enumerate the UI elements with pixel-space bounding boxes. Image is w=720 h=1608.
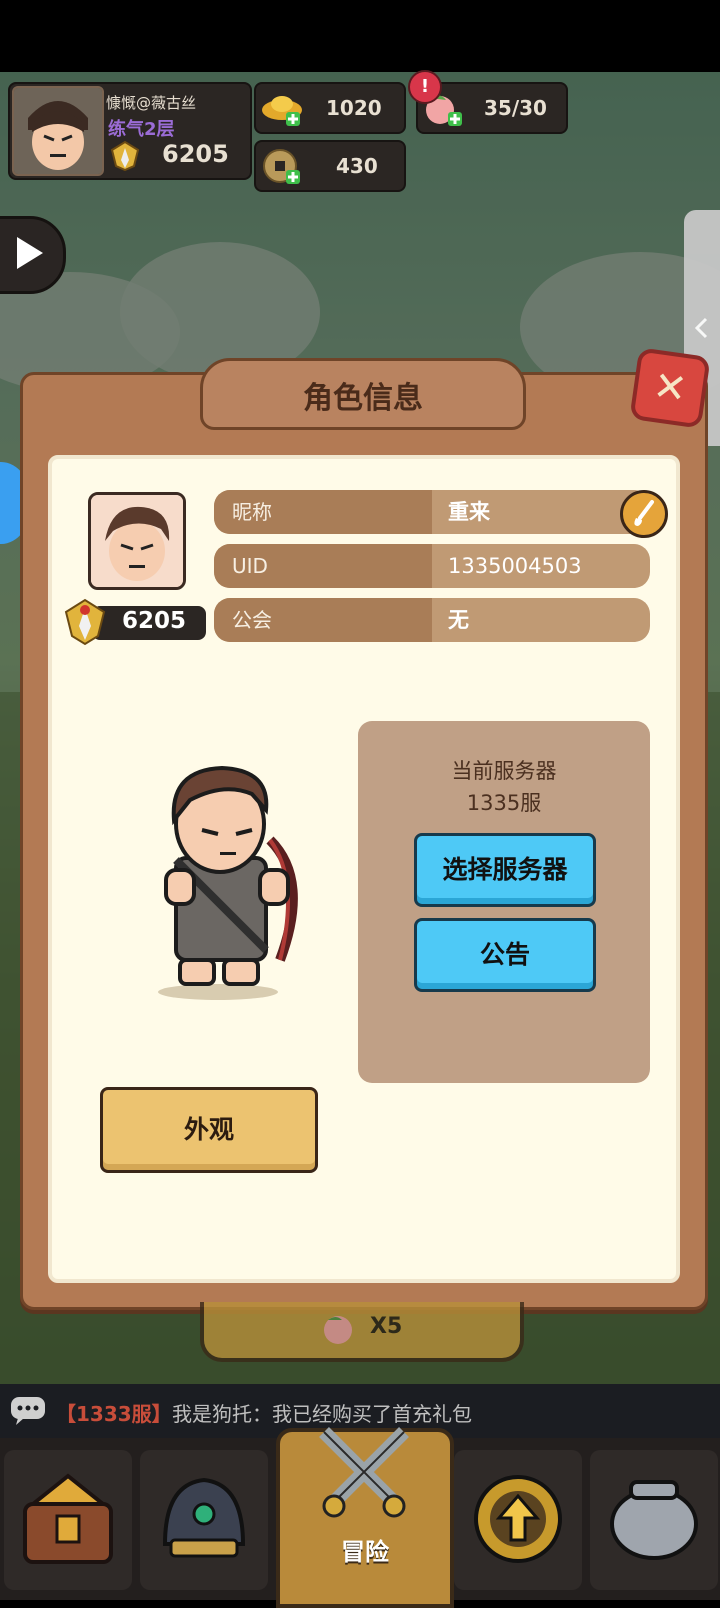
close-button[interactable]: ✕ [629,347,711,429]
nav-adventure-label: 冒险 [341,1538,389,1566]
dialog-title-plate: 角色信息 [200,358,526,430]
close-icon: ✕ [650,362,690,414]
treasure-chest-icon [23,1473,113,1564]
appearance-button[interactable]: 外观 [100,1087,318,1173]
nav-more[interactable] [590,1450,718,1590]
gold-amount: 1020 [326,96,382,120]
chat-server-tag: 【1333服】 [56,1402,172,1426]
coin-counter[interactable]: 430 [254,140,406,192]
chevron-left-icon [694,317,708,339]
nav-equipment[interactable] [140,1450,268,1590]
character-figure [140,760,330,1000]
nav-adventure[interactable]: 冒险 [276,1427,454,1608]
player-name: 慷慨@薇古丝 [106,94,197,112]
play-button[interactable] [0,216,66,294]
dialog-power-value: 6205 [122,608,187,634]
uid-value: 1335004503 [448,554,582,578]
brush-icon [634,500,654,526]
player-card[interactable]: 慷慨@薇古丝 练气2层 6205 [8,82,252,180]
crossed-swords-icon [319,1427,409,1518]
player-realm: 练气2层 [108,119,175,140]
reward-count: X5 [370,1314,403,1339]
select-server-button[interactable]: 选择服务器 [414,833,596,907]
cauldron-icon [610,1480,698,1560]
server-current: 1335服 [466,791,542,815]
upgrade-arrow-icon [474,1475,562,1563]
alert-badge-icon: ! [408,70,442,104]
chat-bubble-icon [11,1397,45,1425]
character-avatar[interactable] [88,492,186,590]
player-avatar[interactable] [12,86,104,176]
server-heading: 当前服务器 [451,759,557,783]
nav-shop[interactable] [4,1450,132,1590]
server-panel: 当前服务器 1335服 选择服务器 公告 [358,721,650,1083]
nav-upgrade[interactable] [454,1450,582,1590]
stamina-amount: 35/30 [484,96,547,120]
coin-amount: 430 [336,154,378,178]
player-power: 6205 [162,140,229,168]
edit-brush-button[interactable] [620,490,668,538]
dialog-title: 角色信息 [303,381,423,416]
nickname-row: 昵称 重来 [214,490,650,534]
uid-label: UID [214,544,432,588]
peach-icon [324,1316,352,1344]
nickname-label: 昵称 [214,490,432,534]
copper-coin-icon [260,146,304,186]
status-bar [0,0,720,72]
gold-counter[interactable]: 1020 [254,82,406,134]
guild-row: 公会 无 [214,598,650,642]
uid-row: UID 1335004503 [214,544,650,588]
helmet-icon [162,1477,246,1558]
guild-label: 公会 [214,598,432,642]
notice-button[interactable]: 公告 [414,918,596,992]
guild-value: 无 [448,608,469,632]
power-icon [60,596,110,648]
nickname-value: 重来 [448,500,490,524]
power-icon [108,140,142,172]
gold-ingot-icon [260,88,304,128]
play-icon [17,237,43,269]
reward-bar[interactable]: X5 [200,1302,524,1362]
